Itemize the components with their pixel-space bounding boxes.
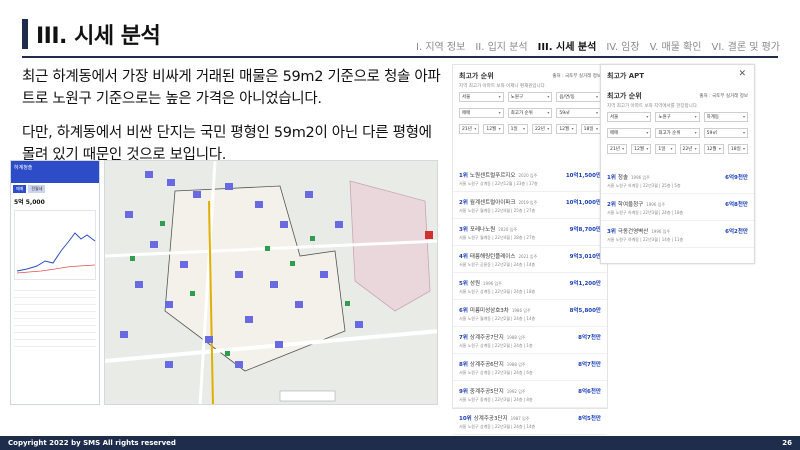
list-item[interactable]: 8위 상계주공6단지 1988 입주 서울 노원구 상계동 | 22년3월 | 24층… — [453, 354, 607, 381]
phone-transaction-list — [11, 282, 99, 349]
filter-row-date: 21년 12월 1일 22년 12월 18일 — [453, 121, 607, 137]
list-item — [14, 326, 96, 333]
close-icon[interactable]: ✕ — [738, 69, 746, 79]
select-city[interactable]: 서울 — [459, 92, 504, 102]
list-item — [14, 305, 96, 312]
select-end-year[interactable]: 22년 — [679, 144, 700, 154]
map-svg — [105, 161, 437, 404]
list-item — [14, 319, 96, 326]
phone-tab-sale[interactable]: 매매 — [13, 185, 27, 193]
select-city[interactable]: 서울 — [607, 112, 652, 122]
body-text: 최근 하계동에서 가장 비싸게 거래된 매물은 59m2 기준으로 청솔 아파트… — [22, 66, 442, 166]
phone-price: 5억 5,000 — [14, 199, 45, 206]
select-start-year[interactable]: 21년 — [607, 144, 628, 154]
list-item[interactable]: 3위 포레나노원 2020 입주 서울 노원구 월계동 | 22년4월 | 28층 |… — [453, 219, 607, 246]
filter-row-region: 서울 노원구 하계동 — [601, 109, 754, 125]
select-start-day[interactable]: 1일 — [507, 124, 528, 134]
list-item — [14, 284, 96, 291]
list-item[interactable]: 3위 극동건영벽산 1996 입주 서울 노원구 하계동 | 22년3월 | 14층 … — [601, 221, 754, 248]
select-start-year[interactable]: 21년 — [459, 124, 480, 134]
list-item[interactable]: 7위 상계주공7단지 1988 입주 서울 노원구 상계동 | 22년2월 | 24층… — [453, 327, 607, 354]
step-2[interactable]: II. 입지 분석 — [475, 38, 527, 53]
select-district[interactable]: 노원구 — [507, 92, 553, 102]
list-item[interactable]: 10위 상계주공3단지 1987 입주 서울 노원구 상계동 | 22년3월 | 24… — [453, 408, 607, 435]
select-end-day[interactable]: 18일 — [727, 144, 749, 154]
filter-row-type: 매매 최고가 순위 59㎡ — [601, 125, 754, 141]
phone-title: 하계청솔 — [14, 165, 33, 171]
list-item — [14, 340, 96, 347]
ranking-list: 1위 청솔 1996 입주 서울 노원구 하계동 | 22년3월 | 25층 | 5층… — [601, 167, 754, 248]
footer-bar: Copyright 2022 by SMS All rights reserve… — [0, 436, 800, 450]
phone-tab-rent[interactable]: 전월세 — [28, 185, 46, 193]
phone-chart-svg — [16, 232, 96, 274]
panel2-heading: 최고가 APT — [607, 72, 645, 80]
ranking-panel-hagye: 최고가 APT ✕ 최고가 순위 출처 : 국토부 실거래 정보 지역 최고가 … — [600, 64, 755, 264]
map-scale-label — [279, 390, 336, 402]
ranking-panel-nowon: 최고가 순위 출처 : 국토부 실거래 정보 지역 최고가 아파트 보좌 이제니… — [452, 64, 608, 435]
price-line — [16, 232, 96, 272]
select-start-month[interactable]: 12월 — [631, 144, 652, 154]
list-item[interactable]: 2위 월계센트럴아이파크 2019 입주 서울 노원구 월계동 | 22년4월 | 2… — [453, 192, 607, 219]
select-start-month[interactable]: 12월 — [483, 124, 504, 134]
filter-row-type: 매매 최고가 순위 59㎡ — [453, 105, 607, 121]
step-navigation: I. 지역 정보 II. 입지 분석 III. 시세 분석 IV. 임장 V. … — [416, 38, 780, 53]
phone-app-screenshot: 하계청솔 매매 전월세 5억 5,000 — [10, 160, 100, 405]
list-item — [14, 333, 96, 340]
step-1[interactable]: I. 지역 정보 — [416, 38, 465, 53]
title-accent-bar — [22, 19, 28, 49]
select-deal-type[interactable]: 매매 — [607, 128, 652, 138]
list-item[interactable]: 9위 중계주공5단지 1992 입주 서울 노원구 중계동 | 22년3월 | 24층… — [453, 381, 607, 408]
filter-row-date: 21년 12월 1일 22년 12월 18일 — [601, 141, 754, 157]
list-item — [14, 298, 96, 305]
select-size[interactable]: 59㎡ — [703, 128, 748, 138]
phone-tabs: 매매 전월세 — [11, 183, 99, 195]
list-item[interactable]: 5위 성원 1996 입주 서울 노원구 상계동 | 22년3월 | 24층 | 18… — [453, 273, 607, 300]
copyright-text: Copyright 2022 by SMS All rights reserve… — [8, 439, 176, 447]
ranking-list: 1위 노원센트럴푸르지오 2020 입주 서울 노원구 상계동 | 22년12월 | … — [453, 165, 607, 435]
select-size[interactable]: 59㎡ — [556, 108, 602, 118]
page-number: 26 — [782, 439, 792, 447]
phone-price-chart — [14, 210, 96, 280]
list-item[interactable]: 1위 노원센트럴푸르지오 2020 입주 서울 노원구 상계동 | 22년12월 | … — [453, 165, 607, 192]
select-sort[interactable]: 최고가 순위 — [655, 128, 700, 138]
page-title: III. 시세 분석 — [36, 24, 161, 49]
step-5[interactable]: V. 매물 확인 — [650, 38, 702, 53]
area-map[interactable] — [104, 160, 438, 405]
phone-header: 하계청솔 — [11, 161, 99, 183]
step-6[interactable]: VI. 결론 및 평가 — [711, 38, 780, 53]
select-district[interactable]: 노원구 — [655, 112, 700, 122]
list-item[interactable]: 4위 태릉해링턴플레이스 2021 입주 서울 노원구 공릉동 | 22년2월 | 2… — [453, 246, 607, 273]
slide-title: III. 시세 분석 — [22, 16, 161, 52]
select-sort[interactable]: 최고가 순위 — [507, 108, 553, 118]
select-end-day[interactable]: 18일 — [580, 124, 601, 134]
list-item — [14, 291, 96, 298]
list-item[interactable]: 6위 미륭미성삼호3차 1986 입주 서울 노원구 월계동 | 22년2월 | 24… — [453, 300, 607, 327]
list-item — [14, 312, 96, 319]
step-3-active[interactable]: III. 시세 분석 — [538, 38, 597, 53]
select-end-year[interactable]: 22년 — [531, 124, 553, 134]
panel1-source: 출처 : 국토부 실거래 정보 — [552, 74, 601, 79]
highlight-marker — [425, 231, 433, 239]
list-item[interactable]: 1위 청솔 1996 입주 서울 노원구 하계동 | 22년3월 | 25층 | 5층… — [601, 167, 754, 194]
select-start-day[interactable]: 1일 — [655, 144, 676, 154]
select-dong[interactable]: 읍/면/동 — [556, 92, 602, 102]
filter-row-region: 서울 노원구 읍/면/동 — [453, 89, 607, 105]
select-dong[interactable]: 하계동 — [703, 112, 748, 122]
panel2-source: 출처 : 국토부 실거래 정보 — [699, 94, 748, 99]
select-end-month[interactable]: 12월 — [703, 144, 724, 154]
step-4[interactable]: IV. 임장 — [606, 38, 639, 53]
paragraph-1: 최근 하계동에서 가장 비싸게 거래된 매물은 59m2 기준으로 청솔 아파트… — [22, 69, 441, 107]
select-end-month[interactable]: 12월 — [556, 124, 577, 134]
title-divider — [22, 56, 778, 58]
list-item[interactable]: 2위 학여울청구 1996 입주 서울 노원구 하계동 | 22년3월 | 24층 |… — [601, 194, 754, 221]
select-deal-type[interactable]: 매매 — [459, 108, 504, 118]
